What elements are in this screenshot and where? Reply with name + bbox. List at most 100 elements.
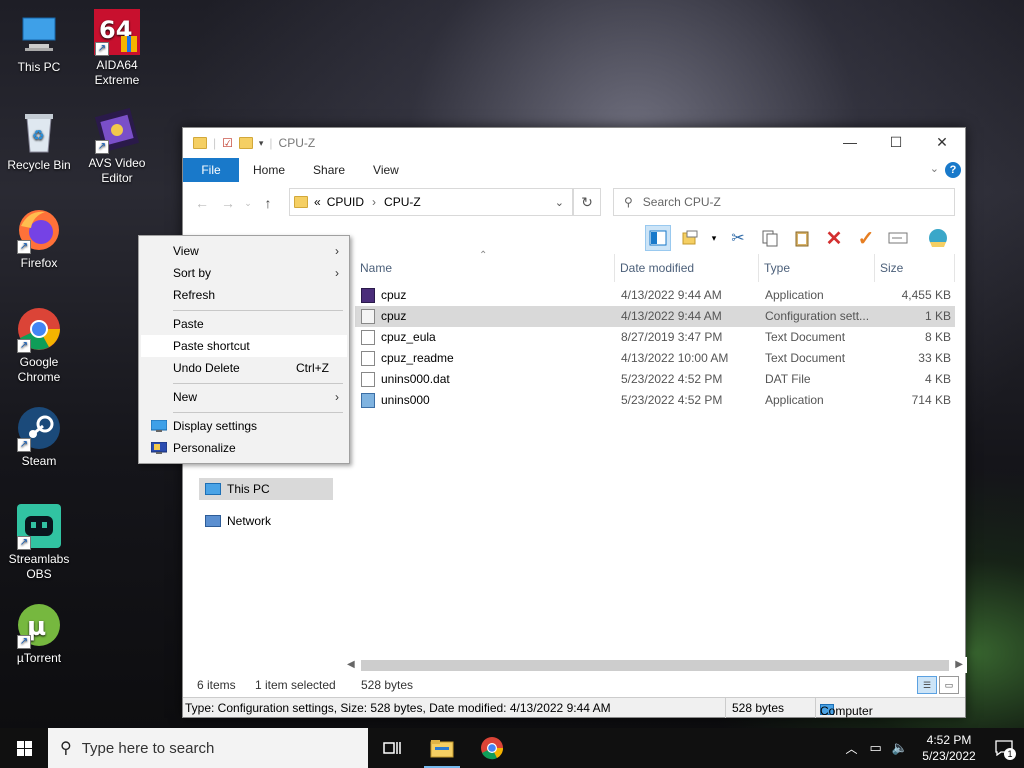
help-icon[interactable]: ? [945, 162, 961, 178]
new-folder-icon[interactable] [238, 137, 253, 149]
details-view-icon[interactable]: ☰ [917, 676, 937, 694]
desktop-icon-this-pc[interactable]: This PC [2, 10, 76, 75]
file-row[interactable]: cpuz 4/13/2022 9:44 AM Application 4,455… [355, 285, 955, 306]
breadcrumb-cpu-z[interactable]: CPU-Z [384, 195, 421, 209]
desktop-icon-streamlabs-obs[interactable]: ↗ Streamlabs OBS [2, 502, 76, 582]
column-name[interactable]: Name [355, 254, 615, 282]
address-dropdown-icon[interactable]: ⌄ [555, 196, 564, 209]
submenu-arrow-icon: › [335, 266, 339, 280]
breadcrumb-chevron-icon[interactable]: › [372, 195, 376, 209]
forward-button[interactable]: → [215, 195, 241, 211]
folder-icon [294, 196, 308, 208]
address-bar[interactable]: « CPUID › CPU-Z ⌄ [289, 188, 573, 216]
file-size: 8 KB [924, 330, 951, 344]
back-button[interactable]: ← [189, 195, 215, 211]
desktop-icon-steam[interactable]: ↗ Steam [2, 404, 76, 469]
taskbar-chrome[interactable] [468, 728, 516, 768]
nav-item-this-pc[interactable]: This PC [199, 478, 333, 500]
desktop-icon-label: Firefox [20, 256, 58, 270]
menu-item-view[interactable]: View › [141, 240, 347, 262]
tab-share[interactable]: Share [299, 158, 359, 182]
search-input[interactable]: ⚲ Search CPU-Z [613, 188, 955, 216]
tab-file[interactable]: File [183, 158, 239, 182]
customize-qa-icon[interactable]: ▾ [259, 138, 264, 149]
column-type[interactable]: Type [759, 254, 875, 282]
expand-ribbon-icon[interactable]: ⌄ [930, 162, 939, 175]
menu-item-display-settings[interactable]: Display settings [141, 415, 347, 437]
task-view-button[interactable] [368, 728, 416, 768]
network-icon[interactable]: ▭ [870, 740, 882, 756]
preview-pane-icon[interactable] [645, 225, 671, 251]
copy-icon[interactable] [757, 225, 783, 251]
refresh-button[interactable]: ↻ [573, 188, 601, 216]
desktop-icon-avs-video-editor[interactable]: ↗ AVS Video Editor [80, 106, 154, 186]
address-overflow[interactable]: « [314, 195, 321, 209]
notifications-button[interactable]: 1 [984, 728, 1024, 768]
large-icons-view-icon[interactable]: ▭ [939, 676, 959, 694]
shortcut-arrow-icon: ↗ [95, 140, 109, 154]
up-button[interactable]: ↑ [255, 195, 281, 211]
clock-time: 4:52 PM [926, 733, 972, 747]
menu-item-personalize[interactable]: Personalize [141, 437, 347, 459]
desktop-icon-utorrent[interactable]: µ ↗ µTorrent [2, 601, 76, 666]
svg-text:♻: ♻ [32, 127, 45, 143]
taskbar-search-box[interactable]: ⚲ Type here to search [48, 728, 368, 768]
title-bar[interactable]: | ☑ ▾ | CPU-Z — ☐ ✕ [183, 128, 965, 158]
desktop-icon-google-chrome[interactable]: ↗ Google Chrome [2, 305, 76, 385]
column-headers: ⌃ Name Date modified Type Size [355, 250, 967, 282]
file-row[interactable]: unins000 5/23/2022 4:52 PM Application 7… [355, 390, 955, 411]
menu-item-paste[interactable]: Paste [141, 313, 347, 335]
start-button[interactable] [0, 728, 48, 768]
file-row[interactable]: cpuz_readme 4/13/2022 10:00 AM Text Docu… [355, 348, 955, 369]
scroll-right-icon[interactable]: ▶ [955, 657, 963, 673]
cut-icon[interactable]: ✂ [725, 225, 751, 251]
minimize-button[interactable]: — [827, 128, 873, 158]
close-button[interactable]: ✕ [919, 128, 965, 158]
file-date: 4/13/2022 10:00 AM [621, 351, 729, 365]
scroll-left-icon[interactable]: ◀ [347, 657, 355, 673]
nav-item-network[interactable]: Network [205, 510, 271, 532]
rename-check-icon[interactable]: ✓ [853, 225, 879, 251]
streamlabs-icon: ↗ [15, 502, 63, 550]
show-hidden-icons-icon[interactable]: ︿ [846, 740, 858, 757]
file-row[interactable]: cpuz_eula 8/27/2019 3:47 PM Text Documen… [355, 327, 955, 348]
menu-item-label: Display settings [173, 419, 258, 433]
desktop-icon-label: µTorrent [16, 651, 62, 665]
desktop-icon-label: Steam [21, 454, 57, 468]
dropdown-icon[interactable]: ▾ [709, 225, 719, 251]
file-name: cpuz_readme [381, 351, 454, 365]
menu-item-label: New [173, 390, 198, 404]
file-name: unins000.dat [381, 372, 450, 386]
menu-item-new[interactable]: New › [141, 386, 347, 408]
menu-item-sort-by[interactable]: Sort by › [141, 262, 347, 284]
tab-home[interactable]: Home [239, 158, 299, 182]
horizontal-scrollbar[interactable]: ◀ ▶ [343, 657, 967, 673]
status-bar: 6 items 1 item selected 528 bytes ☰ ▭ [183, 674, 965, 696]
menu-item-paste-shortcut[interactable]: Paste shortcut [141, 335, 347, 357]
recent-locations-icon[interactable]: ⌄ [241, 198, 255, 209]
location-label: Computer [820, 704, 873, 718]
menu-item-undo-delete[interactable]: Undo Delete Ctrl+Z [141, 357, 347, 379]
volume-icon[interactable]: 🔈 [892, 740, 908, 756]
taskbar-file-explorer[interactable] [418, 728, 466, 768]
text-file-icon [361, 330, 375, 345]
desktop-icon-firefox[interactable]: ↗ Firefox [2, 206, 76, 271]
file-row[interactable]: unins000.dat 5/23/2022 4:52 PM DAT File … [355, 369, 955, 390]
paste-icon[interactable] [789, 225, 815, 251]
properties-icon[interactable] [677, 225, 703, 251]
column-size[interactable]: Size [875, 254, 955, 282]
properties-icon[interactable]: ☑ [222, 136, 233, 150]
menu-item-refresh[interactable]: Refresh [141, 284, 347, 306]
file-row-selected[interactable]: cpuz 4/13/2022 9:44 AM Configuration set… [355, 306, 955, 327]
desktop-icon-recycle-bin[interactable]: ♻ Recycle Bin [2, 108, 76, 173]
maximize-button[interactable]: ☐ [873, 128, 919, 158]
new-folder-world-icon[interactable] [925, 225, 951, 251]
scrollbar-thumb[interactable] [361, 660, 949, 671]
column-date-modified[interactable]: Date modified [615, 254, 759, 282]
breadcrumb-cpuid[interactable]: CPUID [327, 195, 364, 209]
delete-icon[interactable]: ✕ [821, 225, 847, 251]
desktop-icon-aida64[interactable]: 64 ↗ AIDA64 Extreme [80, 8, 154, 88]
rename-icon[interactable] [885, 225, 911, 251]
tab-view[interactable]: View [359, 158, 413, 182]
clock[interactable]: 4:52 PM 5/23/2022 [914, 732, 984, 764]
